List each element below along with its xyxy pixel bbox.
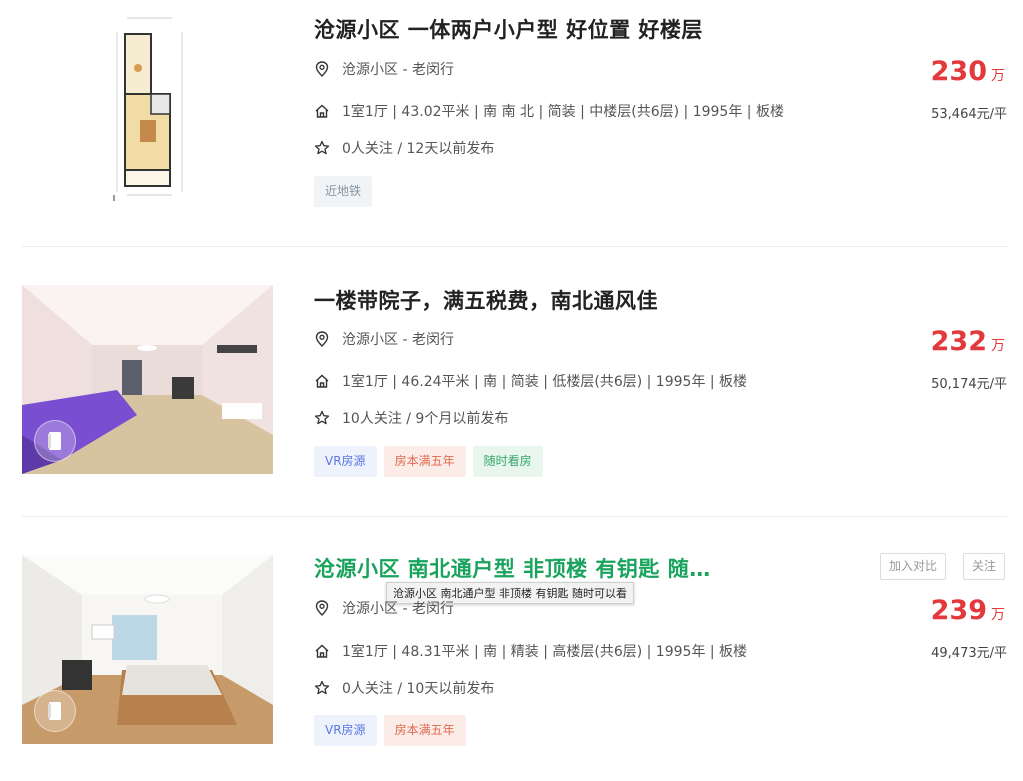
tag-five-years: 房本满五年 [383,446,466,477]
tag-list: 近地铁 [314,176,373,207]
house-info: 1室1厅 | 46.24平米 | 南 | 简装 | 低楼层(共6层) | 199… [342,374,748,390]
tag-anytime-viewing: 随时看房 [472,446,543,477]
tag-vr: VR房源 [314,715,377,746]
total-price: 232 万 [931,326,1005,357]
follow-row: 0人关注 / 12天以前发布 [314,138,494,158]
divider [22,516,1007,517]
follow-info: 0人关注 / 12天以前发布 [342,141,495,157]
star-icon [314,680,330,696]
price-unit: 万 [991,68,1005,84]
house-info-row: 1室1厅 | 46.24平米 | 南 | 简装 | 低楼层(共6层) | 199… [314,371,747,391]
location-pin-icon [314,61,330,77]
listing-photo[interactable] [22,555,273,744]
tag-near-subway: 近地铁 [314,176,373,207]
divider [22,246,1007,247]
house-icon [314,373,330,389]
location-link[interactable]: 沧源小区 - 老闵行 [342,329,454,349]
tag-vr: VR房源 [314,446,377,477]
total-price: 230 万 [931,56,1005,87]
follow-button[interactable]: 关注 [963,553,1006,580]
follow-row: 0人关注 / 10天以前发布 [314,678,494,698]
house-info: 1室1厅 | 43.02平米 | 南 南 北 | 简装 | 中楼层(共6层) |… [342,104,784,120]
house-info-row: 1室1厅 | 43.02平米 | 南 南 北 | 简装 | 中楼层(共6层) |… [314,101,784,121]
follow-info: 0人关注 / 10天以前发布 [342,681,495,697]
tag-list: VR房源 房本满五年 [314,715,466,746]
listing-title[interactable]: 沧源小区 一体两户小户型 好位置 好楼层 [314,14,703,44]
follow-info: 10人关注 / 9个月以前发布 [342,411,509,427]
listing-photo[interactable] [22,285,273,474]
house-info: 1室1厅 | 48.31平米 | 南 | 精装 | 高楼层(共6层) | 199… [342,644,748,660]
price-unit: 万 [991,338,1005,354]
total-price: 239 万 [931,595,1005,626]
location-pin-icon [314,600,330,616]
location-pin-icon [314,331,330,347]
star-icon [314,410,330,426]
price-value: 230 [930,56,987,87]
unit-price: 53,464元/平 [931,107,1007,122]
listing-title[interactable]: 沧源小区 南北通户型 非顶楼 有钥匙 随… [314,553,711,583]
vr-icon[interactable] [34,690,76,732]
location-row: 沧源小区 - 老闵行 [314,598,454,618]
house-info-row: 1室1厅 | 48.31平米 | 南 | 精装 | 高楼层(共6层) | 199… [314,641,747,661]
star-icon [314,140,330,156]
listing-title[interactable]: 一楼带院子，满五税费，南北通风佳 [314,285,658,315]
vr-icon[interactable] [34,420,76,462]
price-unit: 万 [991,607,1005,623]
house-icon [314,643,330,659]
location-link[interactable]: 沧源小区 - 老闵行 [342,59,454,79]
price-value: 232 [930,326,987,357]
location-link[interactable]: 沧源小区 - 老闵行 [342,598,454,618]
tag-five-years: 房本满五年 [383,715,466,746]
house-icon [314,103,330,119]
location-row: 沧源小区 - 老闵行 [314,329,454,349]
add-compare-button[interactable]: 加入对比 [880,553,947,580]
follow-row: 10人关注 / 9个月以前发布 [314,408,508,428]
unit-price: 49,473元/平 [931,646,1007,661]
unit-price: 50,174元/平 [931,377,1007,392]
floorplan-image[interactable] [22,12,273,201]
location-row: 沧源小区 - 老闵行 [314,59,454,79]
price-value: 239 [930,595,987,626]
tag-list: VR房源 房本满五年 随时看房 [314,446,543,477]
